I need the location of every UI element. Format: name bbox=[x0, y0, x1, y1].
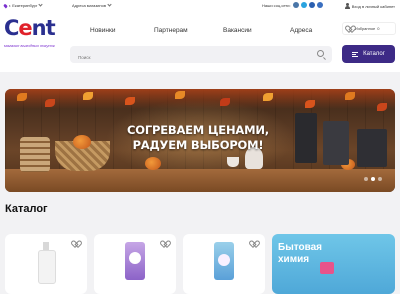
city-selector[interactable]: г. Екатеринбург bbox=[3, 2, 43, 8]
banner-line-2: РАДУЕМ ВЫБОРОМ! bbox=[132, 138, 264, 152]
menu-icon bbox=[352, 51, 359, 57]
nav-item-addresses[interactable]: Адреса bbox=[290, 27, 312, 34]
nav-item-new[interactable]: Новинки bbox=[90, 27, 115, 34]
leaf-icon bbox=[377, 103, 387, 111]
catalog-button[interactable]: Каталог bbox=[342, 45, 395, 63]
leaf-icon bbox=[220, 98, 230, 106]
catalog-card[interactable] bbox=[183, 234, 265, 294]
youtube-icon[interactable] bbox=[316, 2, 323, 8]
leaf-icon bbox=[305, 100, 315, 108]
catalog-button-label: Каталог bbox=[363, 51, 385, 57]
chevron-down-icon bbox=[107, 2, 112, 7]
slider-dots bbox=[364, 177, 382, 181]
nav-item-partners[interactable]: Партнерам bbox=[154, 27, 188, 34]
top-bar: г. Екатеринбург Адреса магазинов Наши со… bbox=[0, 0, 400, 12]
social-label: Наши соц.сети: bbox=[262, 2, 291, 8]
slider-dot-active[interactable] bbox=[371, 177, 375, 181]
stores-selector[interactable]: Адреса магазинов bbox=[72, 2, 112, 8]
favorite-heart-icon[interactable] bbox=[73, 241, 79, 246]
slider-dot[interactable] bbox=[378, 177, 382, 181]
favorite-heart-icon[interactable] bbox=[162, 241, 168, 246]
product-image bbox=[320, 262, 334, 274]
ok-icon[interactable] bbox=[308, 2, 315, 8]
leaf-icon bbox=[17, 93, 27, 101]
product-image bbox=[214, 242, 234, 280]
leaf-icon bbox=[125, 97, 135, 105]
favorites-count: 0 bbox=[377, 26, 380, 31]
stores-label: Адреса магазинов bbox=[72, 3, 106, 8]
leaf-icon bbox=[45, 99, 55, 107]
social-links: Наши соц.сети: bbox=[262, 2, 323, 8]
banner-table bbox=[5, 169, 395, 192]
category-label: Бытовая химия bbox=[278, 242, 323, 265]
login-label: Вход в личный кабинет bbox=[351, 3, 395, 9]
chevron-down-icon bbox=[38, 2, 43, 7]
header: Cent магазин выгодных покупок Новинки Па… bbox=[0, 12, 400, 72]
leaf-icon bbox=[263, 93, 273, 101]
leaf-icon bbox=[175, 91, 185, 99]
promo-banner[interactable]: СОГРЕВАЕМ ЦЕНАМИ, РАДУЕМ ВЫБОРОМ! bbox=[5, 89, 395, 192]
catalog-title: Каталог bbox=[5, 203, 48, 215]
cup-image bbox=[227, 157, 239, 167]
product-image bbox=[38, 242, 56, 284]
banner-line-1: СОГРЕВАЕМ ЦЕНАМИ, bbox=[127, 123, 269, 137]
login-link[interactable]: Вход в личный кабинет bbox=[344, 3, 395, 9]
search-icon[interactable] bbox=[317, 50, 324, 57]
slider-dot[interactable] bbox=[364, 177, 368, 181]
catalog-category-card[interactable]: Бытовая химия bbox=[272, 234, 395, 294]
pumpkin-image bbox=[73, 135, 91, 149]
logo-tagline: магазин выгодных покупок bbox=[4, 43, 55, 48]
telegram-icon[interactable] bbox=[300, 2, 307, 8]
favorite-heart-icon[interactable] bbox=[251, 241, 257, 246]
leaf-icon bbox=[83, 92, 93, 100]
heart-icon bbox=[347, 26, 353, 31]
city-label: г. Екатеринбург bbox=[9, 3, 38, 8]
product-image bbox=[125, 242, 145, 280]
plates-image bbox=[20, 137, 50, 172]
search-bar bbox=[70, 46, 332, 66]
appliance-image bbox=[357, 129, 387, 167]
user-icon bbox=[344, 3, 350, 9]
favorites-label: Избранное bbox=[355, 26, 376, 31]
catalog-card[interactable] bbox=[94, 234, 176, 294]
favorites-button[interactable]: Избранное 0 bbox=[342, 22, 396, 35]
appliance-image bbox=[323, 121, 349, 165]
location-pin-icon bbox=[3, 3, 8, 8]
pumpkin-image bbox=[145, 157, 161, 170]
catalog-card[interactable] bbox=[5, 234, 87, 294]
logo-wordmark: Cent bbox=[4, 16, 56, 40]
banner-headline: СОГРЕВАЕМ ЦЕНАМИ, РАДУЕМ ВЫБОРОМ! bbox=[123, 123, 273, 153]
nav-item-vacancies[interactable]: Вакансии bbox=[223, 27, 252, 34]
appliance-image bbox=[295, 113, 317, 163]
vk-icon[interactable] bbox=[292, 2, 299, 8]
leaf-icon bbox=[345, 92, 355, 100]
logo[interactable]: Cent магазин выгодных покупок bbox=[4, 18, 66, 58]
search-input[interactable] bbox=[70, 49, 310, 66]
